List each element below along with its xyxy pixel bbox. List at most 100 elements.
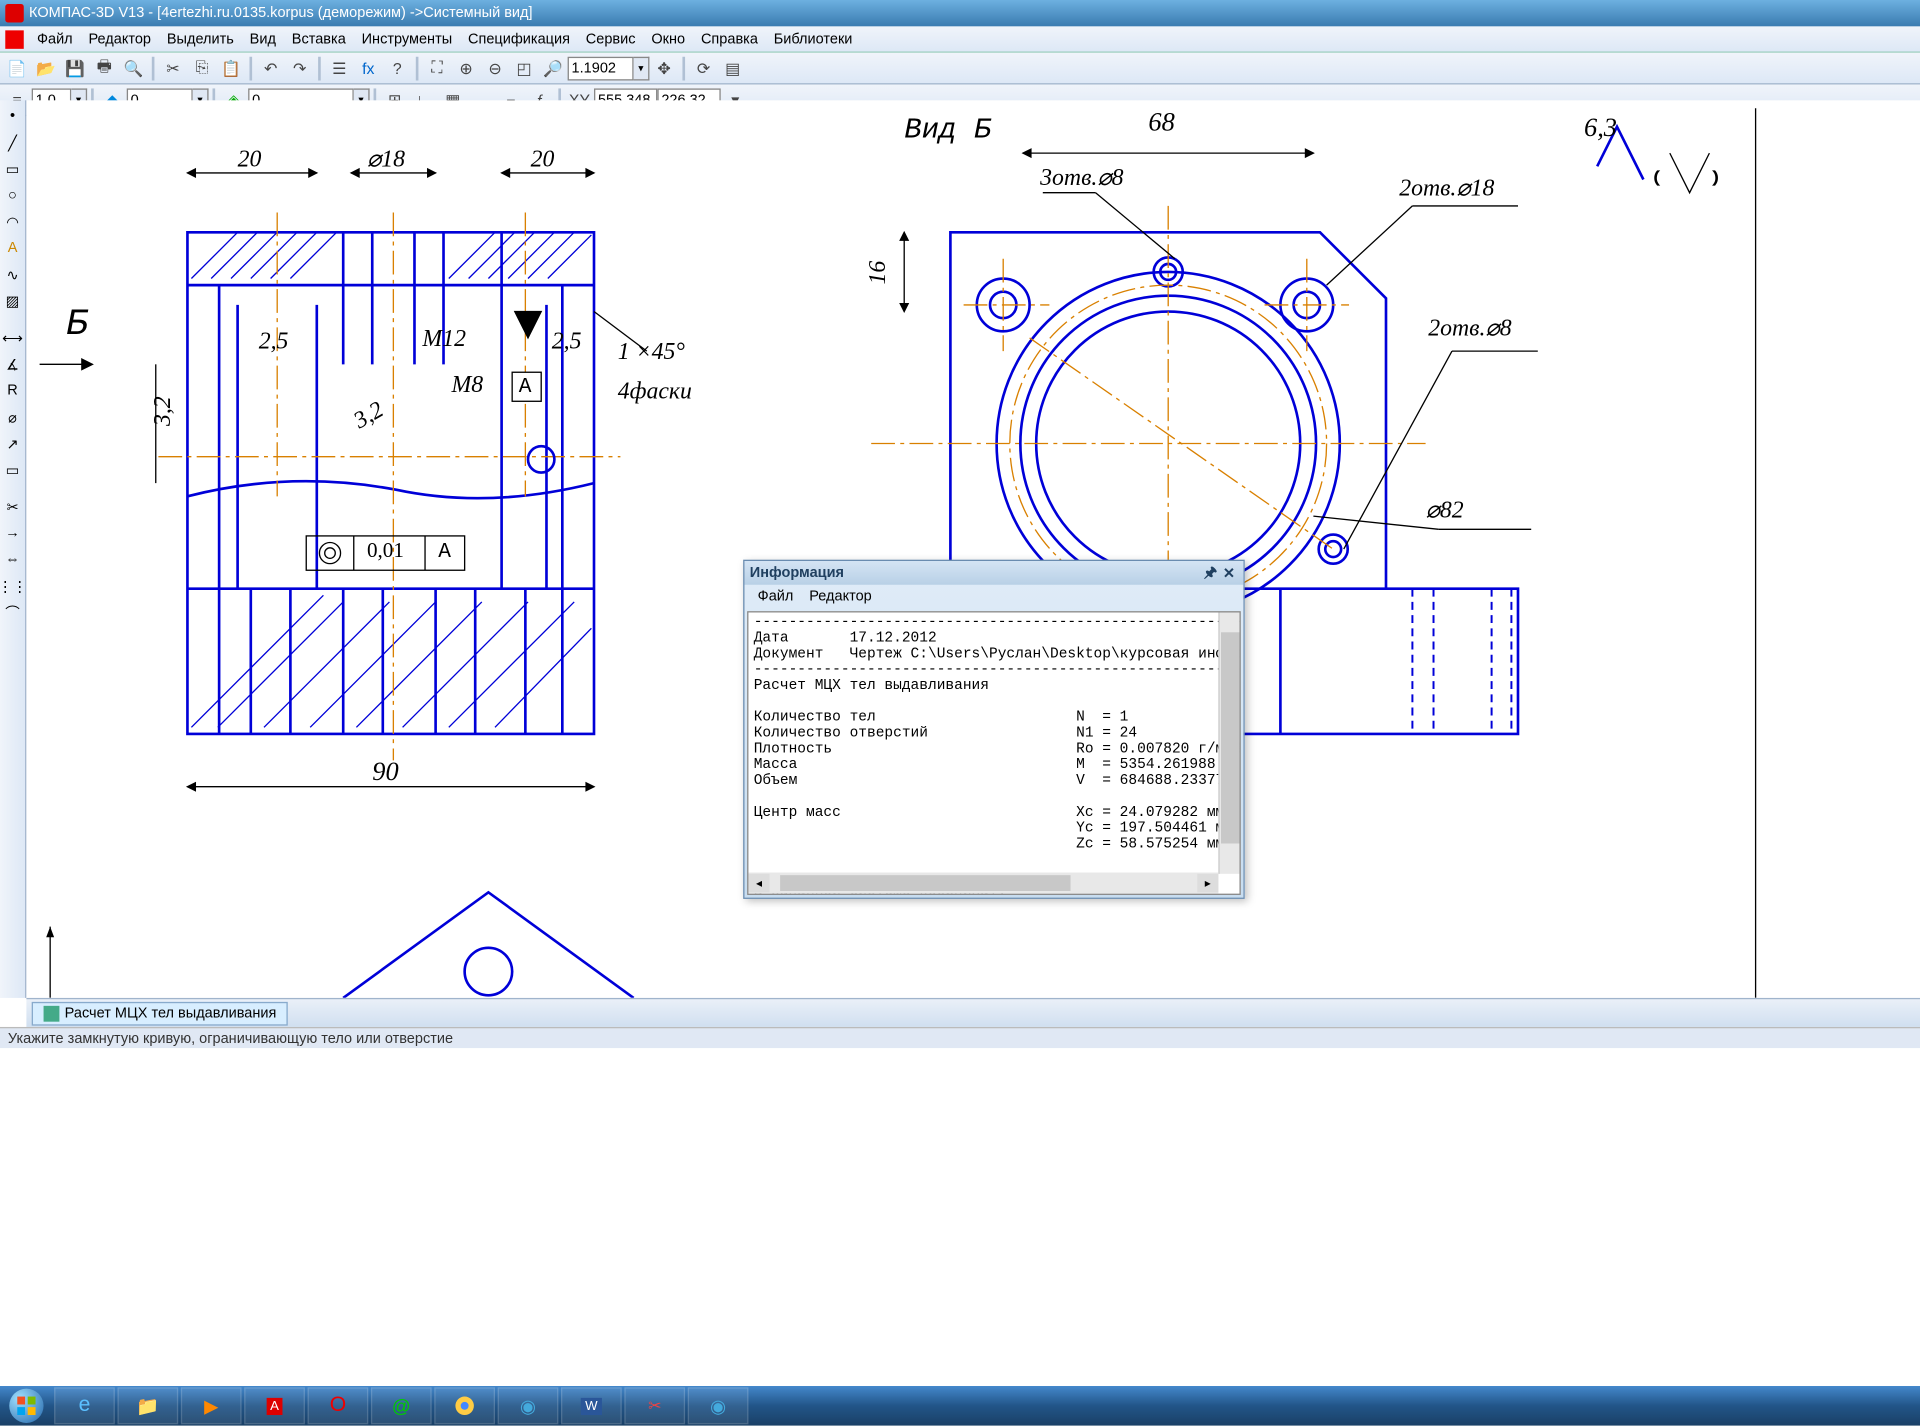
task-at[interactable]: @ — [371, 1387, 432, 1424]
paste-icon[interactable]: 📋 — [218, 55, 244, 81]
info-hscroll[interactable]: ◂▸ — [748, 873, 1218, 894]
menu-tools[interactable]: Инструменты — [354, 28, 460, 49]
menu-libraries[interactable]: Библиотеки — [766, 28, 861, 49]
info-vscroll[interactable] — [1218, 612, 1239, 873]
hatch-icon[interactable]: ▨ — [2, 290, 23, 311]
rect-icon[interactable]: ▭ — [2, 158, 23, 179]
line-icon[interactable]: ╱ — [2, 132, 23, 153]
cut-icon[interactable]: ✂ — [160, 55, 186, 81]
dim-diam-icon[interactable]: ⌀ — [2, 407, 23, 428]
status-bar: Укажите замкнутую кривую, ограничивающую… — [0, 1027, 1920, 1048]
task-explorer[interactable]: 📁 — [117, 1387, 178, 1424]
preview-icon[interactable]: 🔍 — [120, 55, 146, 81]
datum-a: A — [519, 375, 532, 399]
dim-3.2-1: 3,2 — [149, 396, 177, 426]
menu-insert[interactable]: Вставка — [284, 28, 354, 49]
window-title: КОМПАС-3D V13 - [4ertezhi.ru.0135.korpus… — [29, 5, 1920, 21]
task-opera[interactable]: O — [308, 1387, 369, 1424]
dim-16: 16 — [864, 261, 892, 285]
task-media[interactable]: ▶ — [181, 1387, 242, 1424]
refresh-icon[interactable]: ⟳ — [690, 55, 716, 81]
menu-window[interactable]: Окно — [643, 28, 693, 49]
zoom-drop-icon[interactable]: ▾ — [634, 56, 650, 80]
doc-icon — [5, 30, 23, 48]
zoom-out-icon[interactable]: ⊖ — [482, 55, 508, 81]
extend-icon[interactable]: → — [2, 523, 23, 544]
dim-m8: M8 — [451, 371, 483, 399]
menu-view[interactable]: Вид — [242, 28, 284, 49]
props-icon[interactable]: ☰ — [326, 55, 352, 81]
task-ie[interactable]: e — [54, 1387, 115, 1424]
menu-help[interactable]: Справка — [693, 28, 766, 49]
dim-phi18: ⌀18 — [367, 145, 405, 173]
toolbar-left: • ╱ ▭ ○ ◠ A ∿ ▨ ⟷ ∡ R ⌀ ↗ ▭ ✂ → ⇔ ⋮⋮ ⌒ — [0, 100, 26, 998]
info-panel: Информация 🖈 ✕ Файл Редактор -----------… — [743, 560, 1245, 899]
menu-select[interactable]: Выделить — [159, 28, 242, 49]
app-icon — [5, 4, 23, 22]
start-button[interactable] — [0, 1386, 53, 1426]
new-icon[interactable]: 📄 — [4, 55, 30, 81]
task-chrome[interactable] — [434, 1387, 495, 1424]
menu-file[interactable]: Файл — [29, 28, 81, 49]
label-2otv8: 2отв.⌀8 — [1428, 314, 1511, 342]
label-vid-b: Вид Б — [904, 114, 991, 147]
status-text: Укажите замкнутую кривую, ограничивающую… — [8, 1030, 453, 1046]
svg-text:): ) — [1713, 170, 1718, 186]
fillet-icon[interactable]: ⌒ — [2, 602, 23, 623]
dim-20-2: 20 — [531, 145, 555, 173]
vars-icon[interactable]: fx — [355, 55, 381, 81]
info-menu-editor[interactable]: Редактор — [801, 589, 879, 605]
task-kompas1[interactable]: ◉ — [498, 1387, 559, 1424]
task-snip[interactable]: ✂ — [624, 1387, 685, 1424]
print-icon[interactable]: 🖶 — [91, 55, 117, 81]
drawing-canvas[interactable]: ( ) Б Вид Б 20 ⌀18 20 2,5 2,5 3,2 3,2 M1… — [26, 100, 1920, 998]
dim-90: 90 — [372, 758, 398, 788]
dim-linear-icon[interactable]: ⟷ — [2, 327, 23, 348]
info-menu-file[interactable]: Файл — [750, 589, 802, 605]
circle-icon[interactable]: ○ — [2, 185, 23, 206]
leader-icon[interactable]: ↗ — [2, 433, 23, 454]
window-titlebar: КОМПАС-3D V13 - [4ertezhi.ru.0135.korpus… — [0, 0, 1920, 26]
save-icon[interactable]: 💾 — [62, 55, 88, 81]
info-body[interactable]: ----------------------------------------… — [748, 612, 1239, 894]
tab-mcx[interactable]: Расчет МЦХ тел выдавливания — [32, 1001, 289, 1025]
zoom-input[interactable] — [568, 56, 634, 80]
array-icon[interactable]: ⋮⋮ — [2, 576, 23, 597]
help-icon[interactable]: ? — [384, 55, 410, 81]
mirror-icon[interactable]: ⇔ — [2, 549, 23, 570]
copy-icon[interactable]: ⎘ — [189, 55, 215, 81]
dim-m12: M12 — [422, 325, 466, 353]
trim-icon[interactable]: ✂ — [2, 496, 23, 517]
task-kompas2[interactable]: ◉ — [688, 1387, 749, 1424]
dim-phi82: ⌀82 — [1426, 496, 1464, 524]
dim-rad-icon[interactable]: R — [2, 380, 23, 401]
label-2otv18: 2отв.⌀18 — [1399, 174, 1494, 202]
tol-ref: A — [438, 540, 451, 564]
dim-angle-icon[interactable]: ∡ — [2, 354, 23, 375]
zoom-all-icon[interactable]: ⛶ — [424, 55, 450, 81]
tol-icon[interactable]: ▭ — [2, 459, 23, 480]
menu-spec[interactable]: Спецификация — [460, 28, 578, 49]
open-icon[interactable]: 📂 — [33, 55, 59, 81]
layers-icon[interactable]: ▤ — [719, 55, 745, 81]
zoom-in-icon[interactable]: ⊕ — [453, 55, 479, 81]
info-close-icon[interactable]: ✕ — [1220, 564, 1238, 582]
task-word[interactable]: W — [561, 1387, 622, 1424]
text-icon[interactable]: A — [2, 238, 23, 259]
chamfer-2: 4фаски — [618, 378, 692, 406]
arc-icon[interactable]: ◠ — [2, 211, 23, 232]
zoom-window-icon[interactable]: ◰ — [511, 55, 537, 81]
point-icon[interactable]: • — [2, 106, 23, 127]
info-pin-icon[interactable]: 🖈 — [1201, 564, 1219, 582]
task-adobe[interactable]: A — [244, 1387, 305, 1424]
undo-icon[interactable]: ↶ — [257, 55, 283, 81]
pan-icon[interactable]: ✥ — [651, 55, 677, 81]
dim-2.5-2: 2,5 — [552, 327, 582, 355]
menu-editor[interactable]: Редактор — [81, 28, 159, 49]
redo-icon[interactable]: ↷ — [286, 55, 312, 81]
menu-service[interactable]: Сервис — [578, 28, 644, 49]
spline-icon[interactable]: ∿ — [2, 264, 23, 285]
zoom-scale-icon[interactable]: 🔎 — [540, 55, 566, 81]
dim-2.5-1: 2,5 — [259, 327, 289, 355]
svg-text:(: ( — [1654, 170, 1659, 186]
